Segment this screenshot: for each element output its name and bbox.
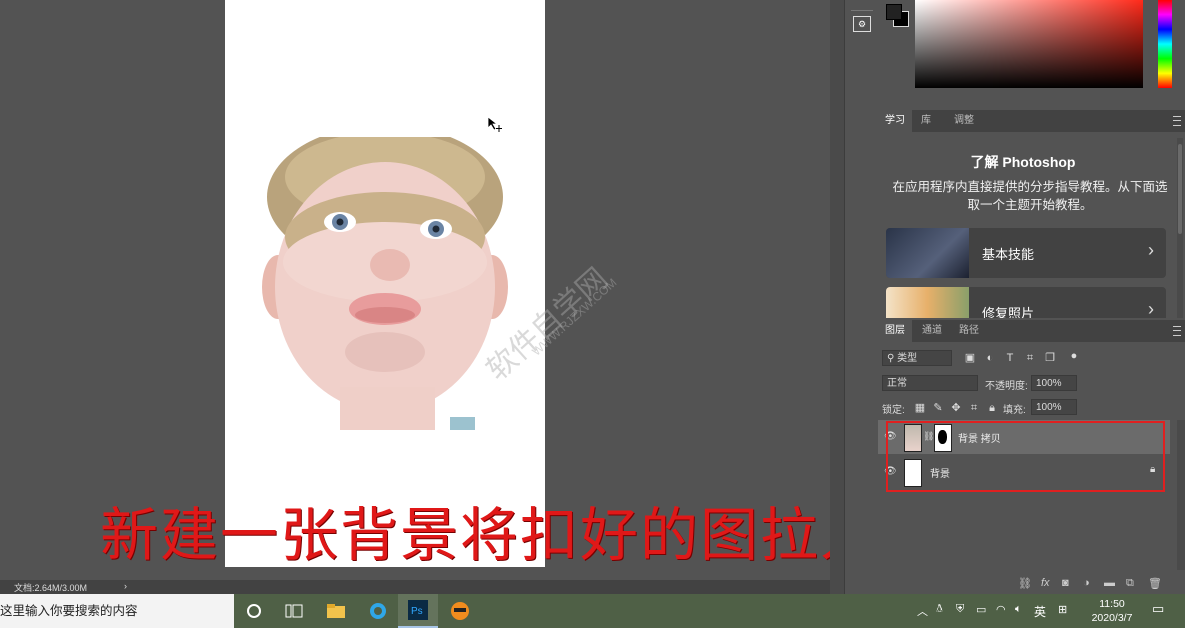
panel-collapse-strip[interactable] (830, 0, 844, 594)
chevron-right-icon: › (1148, 299, 1154, 318)
wifi-icon[interactable]: ◠ (996, 603, 1006, 616)
file-explorer-icon[interactable] (316, 594, 356, 628)
shield-icon[interactable]: ⛨ (956, 603, 964, 616)
card-label: 修复照片 (982, 306, 1035, 318)
clock-date: 2020/3/7 (1091, 612, 1133, 624)
app-icon[interactable] (440, 594, 480, 628)
tab-adjustments[interactable]: 调整 (947, 110, 981, 132)
photoshop-taskbar-icon[interactable]: Ps (398, 594, 438, 628)
hue-slider[interactable] (1158, 0, 1172, 88)
card-thumbnail (886, 228, 969, 278)
filter-toggle-icon[interactable]: ● (1068, 350, 1080, 362)
tab-layers[interactable]: 图层 (878, 320, 912, 342)
learn-panel-icon[interactable]: ⚙ (853, 16, 871, 32)
panel-icon-column: ⚙ (844, 0, 879, 594)
clock[interactable]: 11:50 2020/3/7 (1091, 597, 1133, 625)
svg-text:Ps: Ps (411, 606, 423, 617)
tab-learn[interactable]: 学习 (878, 110, 912, 132)
layers-scrollbar[interactable] (1177, 420, 1185, 570)
group-icon[interactable]: ▬ (1104, 577, 1115, 589)
tutorial-caption: 新建一张背景将扣好的图拉入 (100, 501, 881, 569)
learn-description: 在应用程序内直接提供的分步指导教程。从下面选取一个主题开始教程。 (892, 180, 1168, 212)
filter-pixel-icon[interactable]: ▣ (964, 352, 976, 364)
learn-panel: 学习 库 调整 了解 Photoshop 在应用程序内直接提供的分步指导教程。从… (878, 110, 1185, 318)
mask-icon[interactable]: ◙ (1062, 577, 1069, 589)
foreground-color-swatch[interactable] (886, 4, 902, 20)
card-basic-skills[interactable]: 基本技能 › (886, 228, 1166, 278)
layers-tabbar: 图层 通道 路径 (878, 320, 1185, 342)
card-thumbnail (886, 287, 969, 318)
battery-icon[interactable]: ▭ (976, 603, 986, 616)
card-fix-photo[interactable]: 修复照片 › (886, 287, 1166, 318)
lock-paint-icon[interactable]: ✎ (932, 402, 944, 414)
lock-artboard-icon[interactable]: ⌗ (968, 402, 980, 414)
move-cursor-icon (487, 116, 504, 136)
filter-shape-icon[interactable]: ⌗ (1024, 352, 1036, 364)
lock-transparent-icon[interactable]: ▦ (914, 402, 926, 414)
status-menu-arrow[interactable]: › (124, 581, 127, 591)
adjustment-icon[interactable]: ◑ (1083, 577, 1090, 589)
tab-paths[interactable]: 路径 (952, 320, 986, 342)
tab-channels[interactable]: 通道 (915, 320, 949, 342)
search-placeholder: 这里输入你要搜索的内容 (0, 604, 138, 618)
layer-filter-select[interactable]: ⚲ 类型 (882, 350, 952, 366)
cortana-icon[interactable] (234, 594, 274, 628)
filter-smart-object-icon[interactable]: ❐ (1044, 352, 1056, 364)
search-icon: ⚲ (887, 353, 898, 364)
filter-label: 类型 (897, 353, 918, 364)
boy-photo (260, 137, 510, 430)
highlight-box (886, 421, 1165, 492)
learn-tabbar: 学习 库 调整 (878, 110, 1185, 132)
tab-libraries[interactable]: 库 (914, 110, 938, 132)
status-bar: 文档:2.64M/3.00M › (0, 580, 830, 594)
divider (851, 10, 873, 11)
notification-icon[interactable]: ▭ (1152, 601, 1164, 617)
task-view-icon[interactable] (274, 594, 314, 628)
keyboard-icon[interactable]: ⊞ (1058, 603, 1067, 616)
panel-menu-icon[interactable] (1173, 326, 1181, 336)
lock-position-icon[interactable]: ✥ (950, 402, 962, 414)
color-picker-field[interactable] (915, 0, 1143, 88)
fill-label: 填充: (1003, 405, 1026, 416)
document-canvas[interactable] (225, 0, 545, 567)
clock-time: 11:50 (1099, 598, 1125, 610)
qq-icon[interactable]: 🐧︎ (936, 603, 943, 617)
learn-scrollbar[interactable] (1177, 138, 1183, 318)
taskbar-search-input[interactable]: 这里输入你要搜索的内容 (0, 594, 234, 628)
filter-type-icon[interactable]: T (1004, 352, 1016, 364)
ime-indicator[interactable]: 英 (1034, 603, 1046, 620)
volume-icon[interactable]: 🔈︎ (1015, 603, 1022, 616)
panel-menu-icon[interactable] (1173, 116, 1181, 126)
chevron-up-icon[interactable]: ︿ (917, 603, 928, 619)
fx-icon[interactable]: fx (1041, 577, 1050, 589)
fill-input[interactable]: 100% (1031, 399, 1077, 415)
new-layer-icon[interactable]: ⧉ (1126, 577, 1134, 590)
lock-label: 锁定: (882, 405, 905, 416)
card-label: 基本技能 (982, 247, 1035, 262)
link-icon[interactable]: ⛓ (1018, 577, 1032, 590)
layers-bottom-toolbar: ⛓ fx ◙ ◑ ▬ ⧉ 🗑︎ (878, 574, 1185, 594)
chevron-right-icon: › (1148, 240, 1154, 260)
filter-adjustment-icon[interactable]: ◐ (984, 352, 996, 364)
opacity-label: 不透明度: (985, 381, 1028, 392)
learn-title: 了解 Photoshop (970, 154, 1076, 170)
trash-icon[interactable]: 🗑︎ (1148, 577, 1162, 590)
lock-all-icon[interactable]: 🔒︎ (986, 402, 998, 414)
blend-mode-select[interactable]: 正常 (882, 375, 978, 391)
browser-icon[interactable] (358, 594, 398, 628)
opacity-input[interactable]: 100% (1031, 375, 1077, 391)
doc-size-label: 文档:2.64M/3.00M (14, 583, 88, 593)
